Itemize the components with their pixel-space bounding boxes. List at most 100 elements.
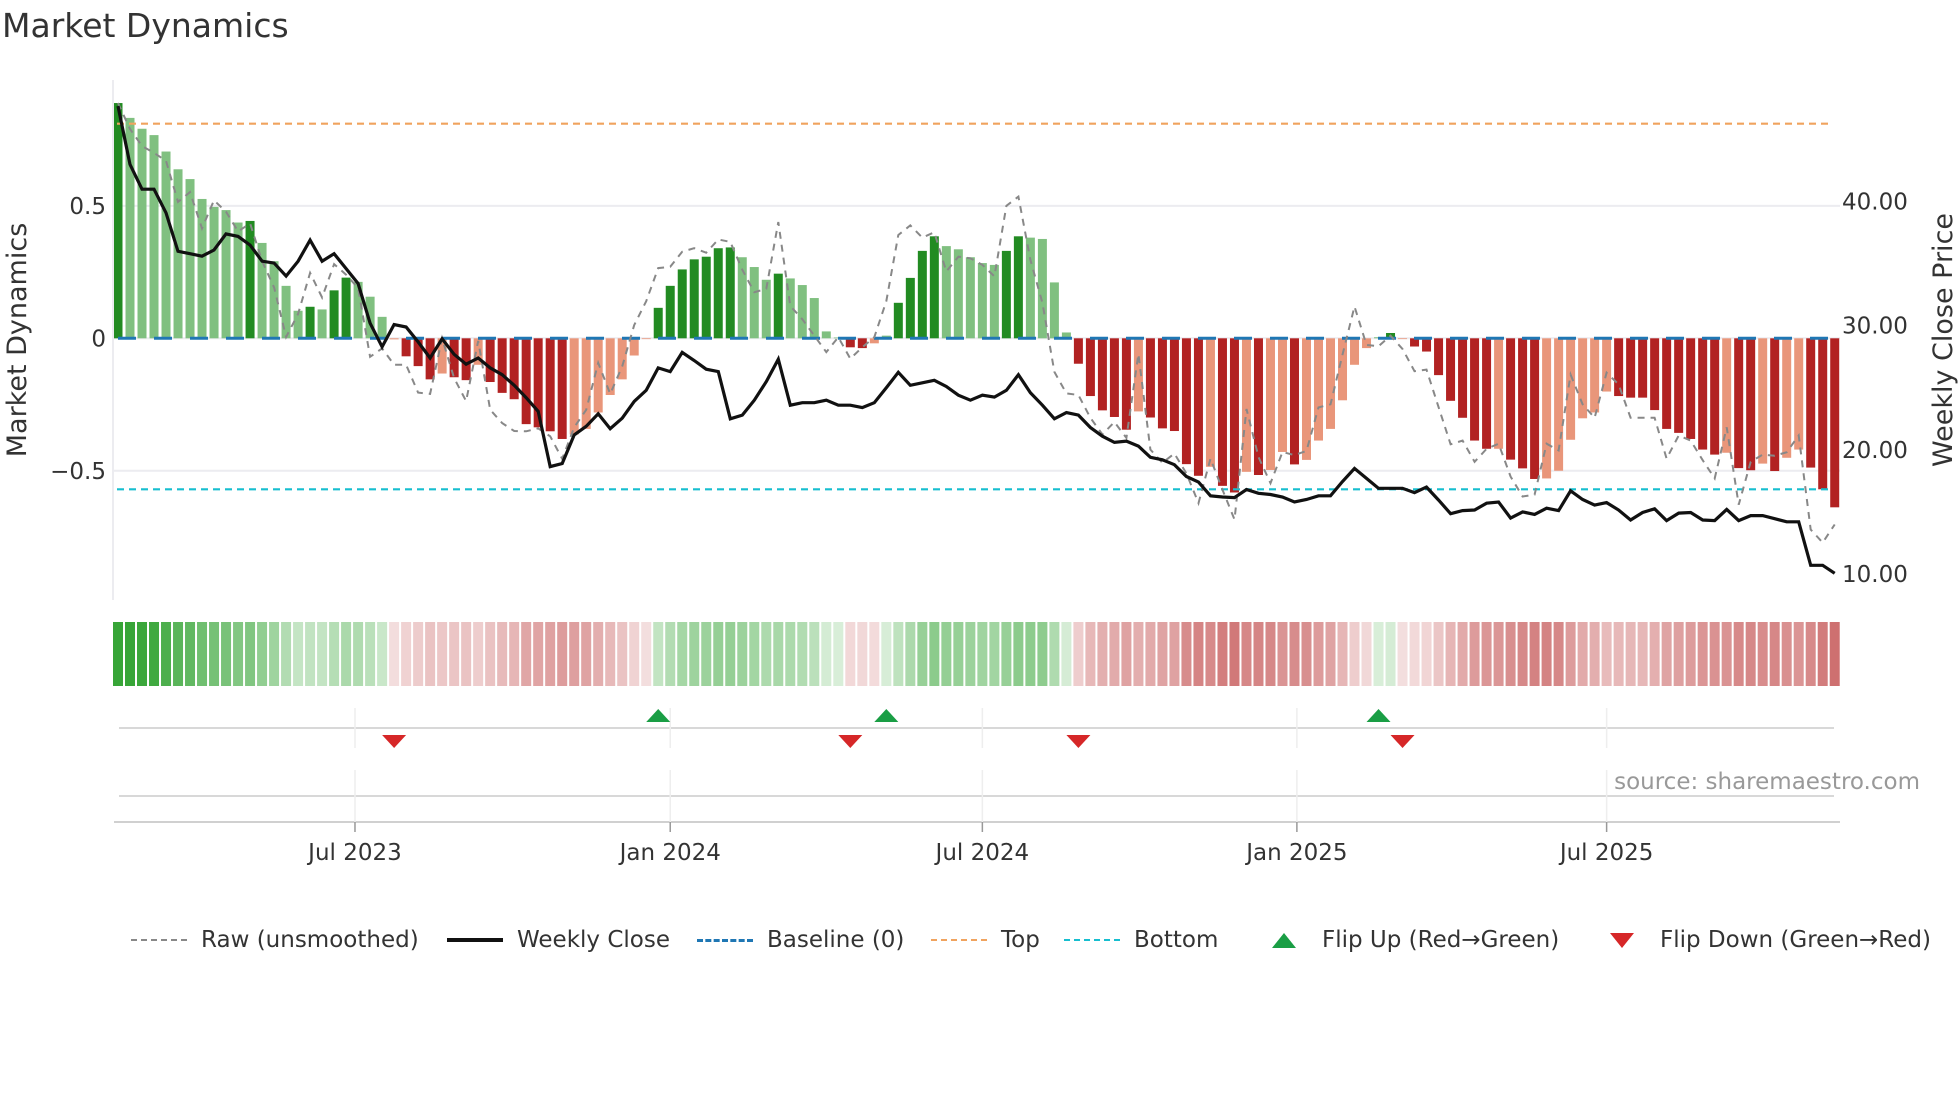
triangle-down-icon [1610,932,1634,948]
heat-strip-cell [113,622,123,686]
heat-strip-cell [1481,622,1492,686]
heat-strip-cell [461,622,472,686]
momentum-bar [581,338,591,429]
momentum-bar [1326,338,1336,429]
momentum-bar [1722,338,1732,453]
x-tick-label: Jan 2025 [1244,840,1347,866]
momentum-bar [1518,338,1528,469]
heat-strip-cell [1073,622,1084,686]
y-tick-label: 0 [91,326,106,352]
heat-strip-cell [1577,622,1588,686]
heat-strip-cell [725,622,736,686]
heat-strip-cell [1025,622,1036,686]
heat-strip-cell [497,622,508,686]
momentum-bar [1097,338,1107,411]
heat-strip-cell [569,622,580,686]
momentum-bar [989,264,999,339]
momentum-bar [1025,237,1035,339]
heat-strip-cell [1457,622,1468,686]
legend-item-close: Weekly Close [447,922,670,958]
legend-swatch-raw [131,939,187,941]
heat-strip-cell [1241,622,1252,686]
momentum-bar [1662,338,1672,429]
momentum-bar [1470,338,1480,441]
x-tick-label: Jul 2024 [934,840,1030,866]
momentum-bar [1001,250,1011,339]
legend-item-flip_down: Flip Down (Green→Red) [1600,922,1931,958]
heat-strip-cell [1145,622,1156,686]
flip-down-marker [382,735,407,748]
legend-swatch-top [931,939,987,941]
heat-strip-cell [1313,622,1324,686]
heat-strip-cell [413,622,424,686]
heat-strip-cell [809,622,820,686]
heat-strip-cell [1085,622,1096,686]
heat-strip-cell [1289,622,1300,686]
heat-strip-cell [1469,622,1480,686]
legend-swatch-baseline [697,938,753,942]
heat-strip-cell [209,622,220,686]
y-right-tick-label: 40.00 [1842,190,1908,216]
momentum-bar [1253,338,1263,476]
momentum-bar [485,338,495,383]
momentum-bar [1145,338,1155,418]
momentum-bar [1542,338,1552,479]
momentum-bar [1109,338,1119,417]
momentum-bar [521,338,531,425]
momentum-bar [1734,338,1744,469]
heat-strip-cell [137,622,148,686]
momentum-bar [1818,338,1828,490]
heat-strip-cell [1649,622,1660,686]
momentum-bar [1049,282,1059,339]
momentum-bar [749,267,759,339]
heat-strip-cell [1205,622,1216,686]
momentum-bar [569,338,579,435]
heat-strip-cell [1709,622,1720,686]
heat-strip-cell [893,622,904,686]
momentum-bar [1434,338,1444,376]
heat-strip-cell [149,622,160,686]
heat-strip-cell [1697,622,1708,686]
heat-strip-cell [605,622,616,686]
flip-down-marker [1390,735,1415,748]
heat-strip-cell [389,622,400,686]
heat-strip-cell [317,622,328,686]
heat-strip-cell [1541,622,1552,686]
heat-strip-cell [1409,622,1420,686]
heat-strip-cell [1097,622,1108,686]
heat-strip-cell [989,622,1000,686]
heat-strip-cell [1493,622,1504,686]
legend-item-flip_up: Flip Up (Red→Green) [1262,922,1559,958]
heat-strip-cell [1121,622,1132,686]
legend-label: Bottom [1134,927,1219,953]
heat-strip-cell [953,622,964,686]
heat-strip-cell [521,622,532,686]
heat-strip-cell [701,622,712,686]
heat-strip-cell [125,622,136,686]
heat-strip-cell [1733,622,1744,686]
heat-strip-cell [1769,622,1780,686]
heat-strip-cell [401,622,412,686]
momentum-bar [977,263,987,339]
momentum-bar [1350,338,1360,365]
flip-markers: Jul 2023 Jan 2024 Jul 2024 Jan 2025 Jul 2025 [114,708,1840,866]
momentum-bar [1494,338,1504,449]
momentum-bar [209,206,219,339]
momentum-bar [1314,338,1323,441]
momentum-bar [137,128,147,339]
y-axis-label-right: Weekly Close Price [1928,213,1959,467]
momentum-bar [245,220,255,339]
momentum-bar [1422,338,1432,352]
momentum-bar [377,316,387,339]
flip-down-marker [838,735,863,748]
heat-strip-cell [221,622,232,686]
heat-strip [113,622,1840,686]
momentum-bar [653,307,663,339]
heat-strip-cell [173,622,184,686]
momentum-bar [1265,338,1275,470]
heat-strip-cell [677,622,688,686]
momentum-bar [1686,338,1696,439]
heat-strip-cell [1589,622,1600,686]
heat-strip-cell [641,622,652,686]
momentum-bar [1566,338,1576,440]
